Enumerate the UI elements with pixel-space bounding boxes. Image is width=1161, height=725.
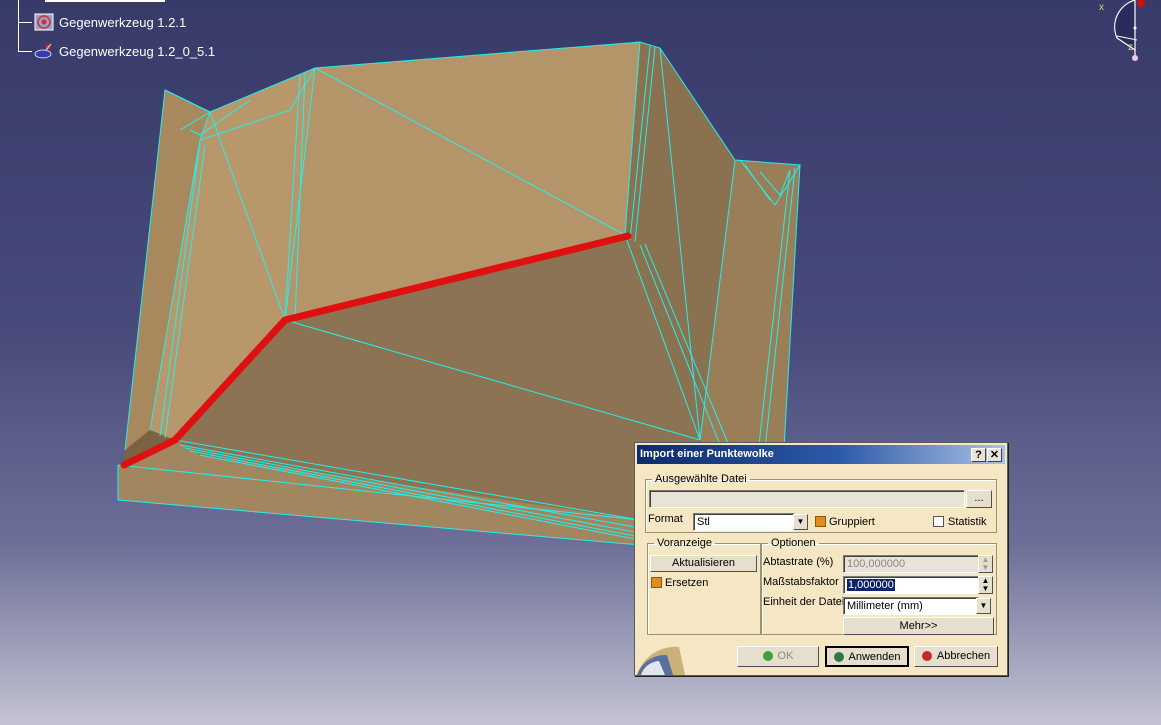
sampling-rate-field: 100,000000 [843,555,979,573]
cancel-icon [921,651,932,662]
sampling-rate-spinner: ▲ ▼ [978,555,993,573]
apply-icon [833,652,844,663]
options-legend: Optionen [771,537,816,549]
help-button[interactable]: ? [971,448,986,462]
selected-file-legend: Ausgewählte Datei [655,473,747,485]
ok-button[interactable]: OK [737,646,819,667]
update-button[interactable]: Aktualisieren [650,555,757,572]
tree-branch-line [18,0,19,52]
tree-branch-line [18,51,32,52]
scale-factor-label: Maßstabsfaktor [763,576,839,588]
tree-item-point-cloud[interactable]: Gegenwerkzeug 1.2_0_5.1 [34,41,215,61]
statistics-label: Statistik [948,516,987,528]
import-point-cloud-dialog: Import einer Punktewolke ? ✕ Ausgewählte… [634,442,1008,676]
compass-axis-x: x [1099,2,1104,13]
scale-factor-spinner[interactable]: ▲ ▼ [978,576,993,594]
close-button[interactable]: ✕ [987,448,1002,462]
browse-button[interactable]: ... [966,490,992,508]
file-unit-label: Einheit der Datei [763,596,845,608]
tree-item-label: Gegenwerkzeug 1.2_0_5.1 [59,43,216,59]
file-unit-dropdown-button[interactable]: ▼ [976,598,991,614]
compass-widget[interactable]: x z [1095,0,1161,64]
file-unit-select[interactable]: Millimeter (mm) [843,597,979,615]
point-cloud-icon [34,43,52,59]
target-tool-icon [34,13,54,31]
scale-factor-value: 1,000000 [847,579,895,591]
tree-branch-line [18,22,32,23]
globe-icon [637,646,685,675]
dialog-title: Import einer Punktewolke [640,448,774,460]
replace-label: Ersetzen [665,577,709,589]
grouped-checkbox[interactable] [815,516,826,527]
apply-button[interactable]: Anwenden [825,646,909,667]
format-value: Stl [697,516,710,528]
preview-legend: Voranzeige [657,537,713,549]
format-label: Format [648,513,683,525]
ok-icon [762,651,773,662]
more-button[interactable]: Mehr>> [843,617,994,635]
format-dropdown-button[interactable]: ▼ [793,514,808,530]
grouped-label: Gruppiert [829,516,875,528]
dialog-titlebar[interactable]: Import einer Punktewolke ? ✕ [637,445,1005,464]
tree-item-target-tool[interactable]: Gegenwerkzeug 1.2.1 [34,12,186,32]
statistics-checkbox[interactable] [933,516,944,527]
compass-icon [1114,0,1145,61]
replace-checkbox[interactable] [651,577,662,588]
specification-tree: Gegenwerkzeug 1.2.1 Gegenwerkzeug 1.2_0_… [0,0,240,70]
compass-axis-z: z [1128,42,1133,53]
tree-selection-edge [45,0,165,2]
tree-item-label: Gegenwerkzeug 1.2.1 [59,14,187,30]
cancel-button[interactable]: Abbrechen [914,646,998,667]
file-path-field[interactable] [649,490,965,508]
sampling-rate-label: Abtastrate (%) [763,556,834,568]
format-select[interactable]: Stl [693,513,795,531]
file-unit-value: Millimeter (mm) [847,600,923,612]
scale-factor-field[interactable]: 1,000000 [843,576,979,594]
